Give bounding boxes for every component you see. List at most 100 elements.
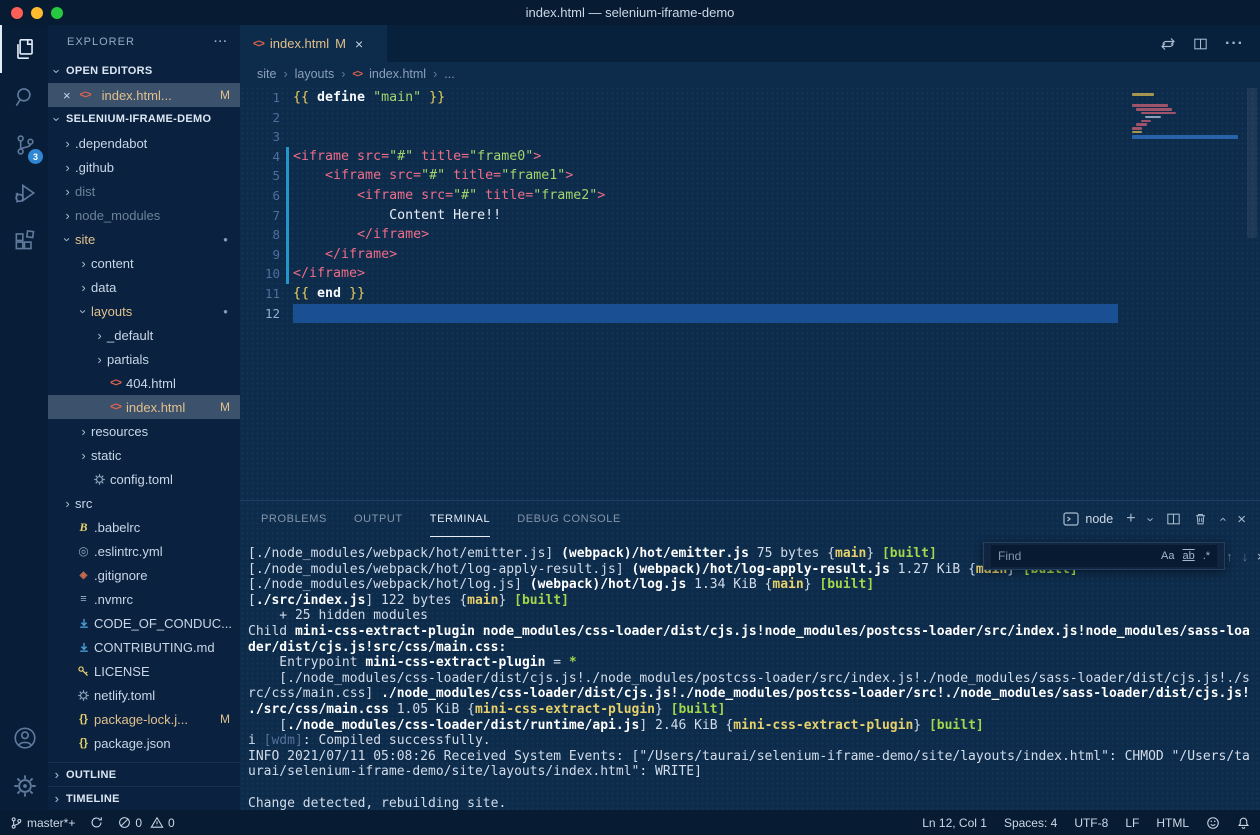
language-mode[interactable]: HTML [1156, 816, 1189, 830]
tree-item-content[interactable]: ›content [48, 251, 240, 275]
source-control-icon[interactable]: 3 [0, 121, 48, 169]
close-panel-icon[interactable]: × [1237, 512, 1246, 527]
sync-changes-button[interactable] [90, 816, 103, 829]
tree-item-license[interactable]: LICENSE [48, 659, 240, 683]
code-line-9[interactable]: 9 </iframe> [240, 245, 1260, 265]
terminal-shell-picker[interactable]: node [1063, 512, 1113, 526]
sidebar-more-actions-icon[interactable]: ··· [214, 36, 228, 48]
tree-item-static[interactable]: ›static [48, 443, 240, 467]
search-icon[interactable] [0, 73, 48, 121]
tree-item-config-toml[interactable]: config.toml [48, 467, 240, 491]
open-changes-icon[interactable] [1160, 37, 1176, 51]
close-icon[interactable]: × [63, 88, 71, 103]
tree-item-index-html[interactable]: <>index.htmlM [48, 395, 240, 419]
run-debug-icon[interactable] [0, 169, 48, 217]
minimize-window-button[interactable] [31, 7, 43, 19]
minimap[interactable] [1132, 93, 1238, 140]
project-section-header[interactable]: › SELENIUM-IFRAME-DEMO [48, 107, 240, 131]
panel-tab-debug-console[interactable]: DEBUG CONSOLE [517, 501, 621, 537]
git-gutter-marker [280, 206, 293, 226]
tab-index-html[interactable]: <> index.html M × [240, 25, 387, 62]
tree-item-resources[interactable]: ›resources [48, 419, 240, 443]
panel-tab-terminal[interactable]: TERMINAL [430, 501, 490, 537]
terminal-dropdown-icon[interactable]: › [1143, 517, 1158, 521]
open-editors-header[interactable]: › OPEN EDITORS [48, 59, 240, 83]
tree-item--babelrc[interactable]: B.babelrc [48, 515, 240, 539]
feedback-icon[interactable] [1206, 816, 1220, 830]
breadcrumb-item--[interactable]: ... [444, 67, 454, 81]
code-line-4[interactable]: 4<iframe src="#" title="frame0"> [240, 147, 1260, 167]
notifications-bell-icon[interactable] [1237, 816, 1250, 830]
more-actions-icon[interactable]: ··· [1225, 35, 1244, 53]
breadcrumb-item-layouts[interactable]: layouts [295, 67, 335, 81]
tree-item-node-modules[interactable]: ›node_modules [48, 203, 240, 227]
tree-item-dist[interactable]: ›dist [48, 179, 240, 203]
open-editor-item-index-html[interactable]: × <> index.html... M [48, 83, 240, 107]
tree-item--github[interactable]: ›.github [48, 155, 240, 179]
eol-setting[interactable]: LF [1125, 816, 1139, 830]
match-case-icon[interactable]: Aa [1161, 550, 1174, 562]
code-line-1[interactable]: 1{{ define "main" }} [240, 88, 1260, 108]
code-line-10[interactable]: 10</iframe> [240, 264, 1260, 284]
tree-item--gitignore[interactable]: ◈.gitignore [48, 563, 240, 587]
timeline-section-header[interactable]: › TIMELINE [48, 786, 240, 810]
line-number: 5 [240, 166, 280, 186]
split-editor-icon[interactable] [1193, 37, 1208, 51]
regex-icon[interactable]: .* [1203, 550, 1210, 562]
tree-item-partials[interactable]: ›partials [48, 347, 240, 371]
explorer-icon[interactable] [0, 25, 48, 73]
extensions-icon[interactable] [0, 217, 48, 265]
maximize-window-button[interactable] [51, 7, 63, 19]
tree-item--eslintrc-yml[interactable]: ◎.eslintrc.yml [48, 539, 240, 563]
problems-status[interactable]: 0 0 [118, 816, 174, 830]
kill-terminal-icon[interactable] [1194, 512, 1207, 526]
code-editor[interactable]: 1{{ define "main" }}234<iframe src="#" t… [240, 86, 1260, 500]
code-line-2[interactable]: 2 [240, 108, 1260, 128]
editor-scrollbar[interactable] [1247, 88, 1257, 238]
tree-item-contributing-md[interactable]: CONTRIBUTING.md [48, 635, 240, 659]
close-window-button[interactable] [11, 7, 23, 19]
tree-item--default[interactable]: ›_default [48, 323, 240, 347]
tree-item-package-lock-j-[interactable]: {}package-lock.j...M [48, 707, 240, 731]
maximize-panel-icon[interactable]: › [1215, 517, 1230, 521]
whole-word-icon[interactable]: ab [1182, 550, 1194, 562]
find-previous-icon[interactable]: ↑ [1226, 549, 1233, 564]
encoding-setting[interactable]: UTF-8 [1074, 816, 1108, 830]
panel-tab-problems[interactable]: PROBLEMS [261, 501, 327, 537]
panel-tab-output[interactable]: OUTPUT [354, 501, 403, 537]
breadcrumb-item-index-html[interactable]: index.html [369, 67, 426, 81]
tree-item-404-html[interactable]: <>404.html [48, 371, 240, 395]
split-terminal-icon[interactable] [1166, 512, 1181, 526]
tab-close-icon[interactable]: × [355, 36, 363, 52]
indentation-setting[interactable]: Spaces: 4 [1004, 816, 1057, 830]
find-widget: Aa ab .* ↑ ↓ × [983, 542, 1225, 570]
code-line-5[interactable]: 5 <iframe src="#" title="frame1"> [240, 166, 1260, 186]
accounts-icon[interactable] [0, 714, 48, 762]
tree-item-code-of-conduc-[interactable]: CODE_OF_CONDUC... [48, 611, 240, 635]
breadcrumb-item-site[interactable]: site [257, 67, 276, 81]
cursor-position[interactable]: Ln 12, Col 1 [922, 816, 987, 830]
code-line-6[interactable]: 6 <iframe src="#" title="frame2"> [240, 186, 1260, 206]
tree-item-package-json[interactable]: {}package.json [48, 731, 240, 755]
code-line-7[interactable]: 7 Content Here!! [240, 206, 1260, 226]
code-line-8[interactable]: 8 </iframe> [240, 225, 1260, 245]
tree-item-site[interactable]: ›site● [48, 227, 240, 251]
tree-item-netlify-toml[interactable]: netlify.toml [48, 683, 240, 707]
modified-badge: M [220, 712, 230, 726]
code-text [293, 304, 1118, 324]
outline-section-header[interactable]: › OUTLINE [48, 762, 240, 786]
tree-item--nvmrc[interactable]: ≡.nvmrc [48, 587, 240, 611]
tree-item-layouts[interactable]: ›layouts● [48, 299, 240, 323]
code-line-12[interactable]: 12 [240, 304, 1260, 324]
git-branch-status[interactable]: master*+ [10, 816, 75, 830]
tree-item-data[interactable]: ›data [48, 275, 240, 299]
code-line-11[interactable]: 11{{ end }} [240, 284, 1260, 304]
find-input[interactable] [998, 549, 1153, 563]
find-next-icon[interactable]: ↓ [1242, 549, 1249, 564]
tree-item-src[interactable]: ›src [48, 491, 240, 515]
tree-item--dependabot[interactable]: ›.dependabot [48, 131, 240, 155]
terminal-output[interactable]: [./node_modules/webpack/hot/emitter.js] … [240, 537, 1260, 810]
new-terminal-icon[interactable]: + [1126, 511, 1135, 527]
code-line-3[interactable]: 3 [240, 127, 1260, 147]
settings-gear-icon[interactable] [0, 762, 48, 810]
